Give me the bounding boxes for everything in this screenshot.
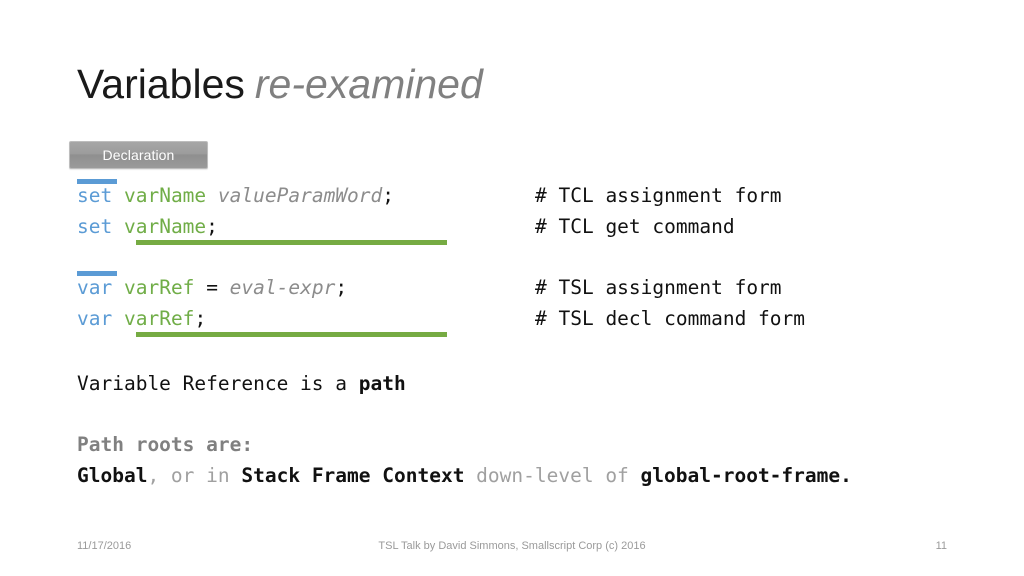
code-comment: # TCL assignment form xyxy=(535,184,782,207)
code-keyword: set xyxy=(77,184,113,207)
code-line: set varName valueParamWord; # TCL assign… xyxy=(77,180,977,211)
statement-emphasis-path: path xyxy=(358,372,406,395)
code-comment: # TSL decl command form xyxy=(535,307,806,330)
code-keyword: var xyxy=(77,307,113,330)
slide-footer: 11/17/2016 TSL Talk by David Simmons, Sm… xyxy=(0,540,1024,560)
code-keyword: set xyxy=(77,215,113,238)
code-placeholder: valueParamWord xyxy=(217,184,383,207)
code-identifier: varName xyxy=(123,184,207,207)
code-line-text: set varName; xyxy=(77,211,218,242)
identifier-underline-bar-tcl xyxy=(136,240,447,245)
path-roots-heading: Path roots are: xyxy=(77,431,253,459)
page-title: Variables re-examined xyxy=(77,58,483,110)
path-root-global: Global xyxy=(77,464,148,487)
code-keyword: var xyxy=(77,276,113,299)
code-block-tcl: set varName valueParamWord; # TCL assign… xyxy=(77,179,977,245)
code-block-spacer xyxy=(77,242,977,272)
page-title-subtitle: re-examined xyxy=(254,61,483,107)
code-line: var varRef = eval-expr; # TSL assignment… xyxy=(77,272,977,303)
code-comment: # TCL get command xyxy=(535,215,735,238)
code-block-tsl: var varRef = eval-expr; # TSL assignment… xyxy=(77,271,977,337)
path-root-global-root-frame: global-root-frame. xyxy=(640,464,852,487)
code-line-text: var varRef = eval-expr; xyxy=(77,272,347,303)
code-identifier: varRef xyxy=(123,276,195,299)
code-line: var varRef; # TSL decl command form xyxy=(77,303,977,337)
code-terminator: ; xyxy=(382,184,395,207)
code-identifier: varRef xyxy=(123,307,195,330)
page-title-main: Variables xyxy=(77,61,245,107)
variable-reference-statement: Variable Reference is a path xyxy=(77,370,406,398)
path-root-connector-2: down-level of xyxy=(464,464,641,487)
path-roots-detail: Global, or in Stack Frame Context down-l… xyxy=(77,462,852,490)
path-roots-heading-text: Path roots are: xyxy=(77,433,254,456)
declaration-badge: Declaration xyxy=(69,141,208,169)
footer-page-number: 11 xyxy=(935,540,947,552)
code-placeholder: eval-expr xyxy=(229,276,336,299)
code-area: set varName valueParamWord; # TCL assign… xyxy=(77,179,977,337)
code-terminator: ; xyxy=(335,276,348,299)
code-terminator: ; xyxy=(194,307,207,330)
identifier-underline-bar-tsl xyxy=(136,332,447,337)
code-line: set varName; # TCL get command xyxy=(77,211,977,245)
code-operator: = xyxy=(206,276,230,299)
code-terminator: ; xyxy=(206,215,218,238)
code-comment: # TSL assignment form xyxy=(535,276,782,299)
footer-attribution: TSL Talk by David Simmons, Smallscript C… xyxy=(378,540,646,552)
path-root-connector-1: , or in xyxy=(147,464,242,487)
statement-plain-text: Variable Reference is a xyxy=(77,372,359,395)
code-line-text: var varRef; xyxy=(77,303,206,334)
code-identifier: varName xyxy=(123,215,207,238)
path-root-stack-frame-context: Stack Frame Context xyxy=(241,464,465,487)
code-line-text: set varName valueParamWord; xyxy=(77,180,394,211)
